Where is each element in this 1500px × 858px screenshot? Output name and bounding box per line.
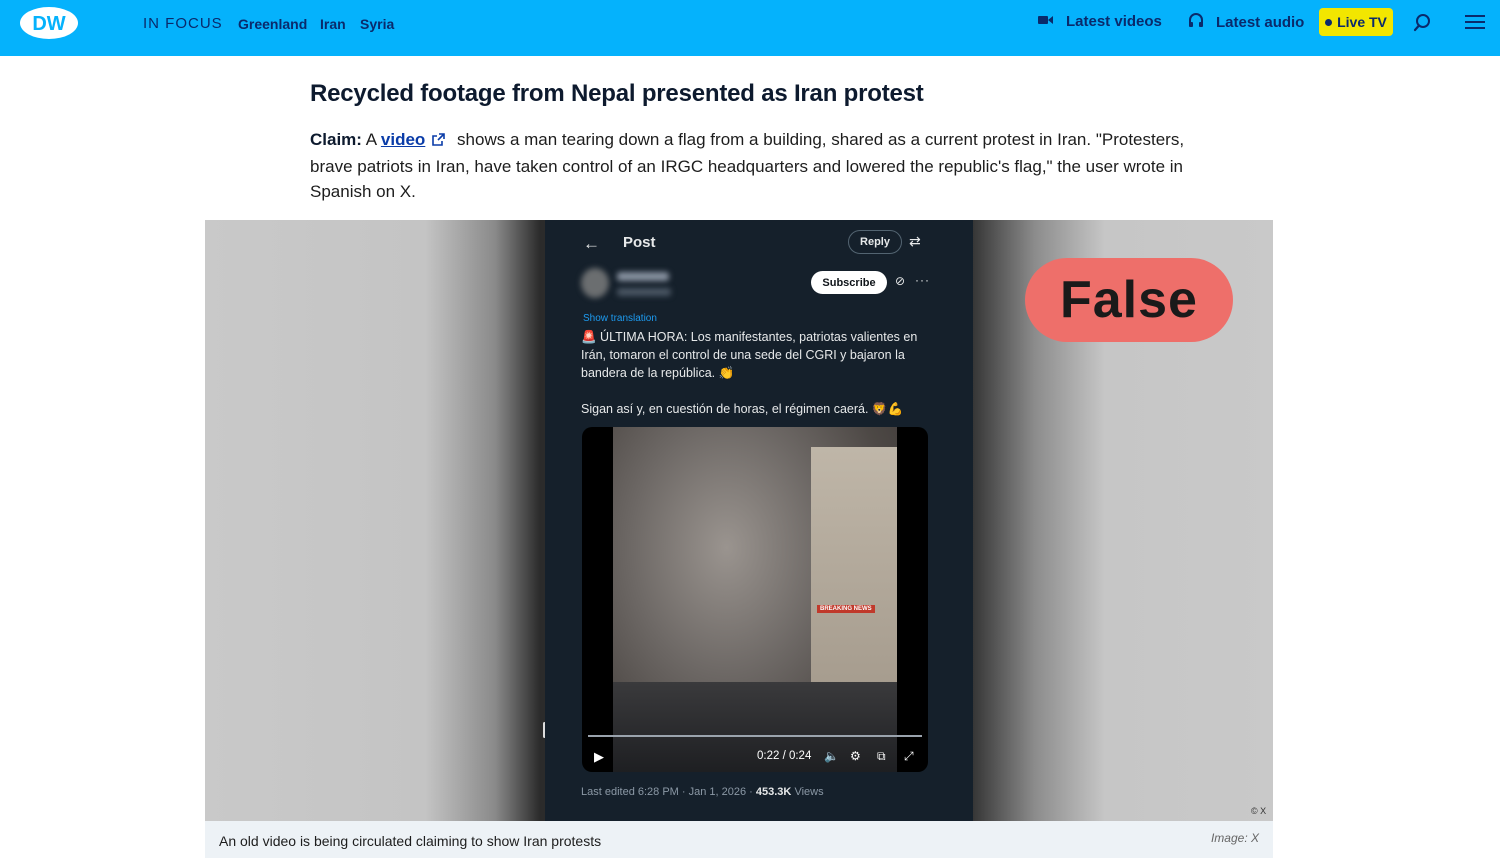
breaking-news-badge: BREAKING NEWS [817, 605, 875, 613]
verdict-badge: False [1025, 258, 1233, 342]
tweet-subscribe-button: Subscribe [811, 271, 887, 294]
video-frame: BREAKING NEWS [613, 427, 897, 772]
more-options-icon: ··· [915, 273, 930, 287]
tweet-text-secondary: Sigan así y, en cuestión de horas, el ré… [581, 402, 904, 416]
tweet-sidebar-edge [957, 220, 973, 821]
image-credit: Image: X [1210, 831, 1259, 845]
top-navigation-bar: DW IN FOCUS Greenland Iran Syria Latest … [0, 0, 1500, 56]
tweet-reply-button: Reply [848, 230, 902, 254]
tweet-video: BREAKING NEWS ▶ 0:22 / 0:24 🔈 ⚙ ⧉ ⤢ [582, 427, 928, 772]
search-icon[interactable] [1413, 13, 1432, 37]
live-dot-icon [1325, 18, 1333, 26]
external-link-icon[interactable] [431, 129, 446, 154]
headphones-icon [1188, 13, 1204, 31]
video-progress-bar [588, 735, 922, 737]
show-translation-link: Show translation [583, 313, 657, 324]
dw-logo[interactable]: DW [18, 5, 80, 41]
tweet-screenshot: ← Post Reply ⇄ Subscribe ⊘ ··· Show tran… [545, 220, 965, 821]
blurred-avatar [581, 268, 609, 298]
tweet-views-label: Views [794, 786, 824, 798]
volume-icon: 🔈 [824, 749, 839, 763]
tweet-text-main: 🚨 ÚLTIMA HORA: Los manifestantes, patrio… [581, 330, 918, 380]
svg-text:DW: DW [32, 13, 65, 35]
menu-icon[interactable] [1465, 13, 1485, 36]
image-caption-bar: An old video is being circulated claimin… [205, 821, 1273, 858]
nav-topic-syria[interactable]: Syria [360, 16, 394, 32]
article-headline: Recycled footage from Nepal presented as… [310, 80, 924, 107]
in-focus-label: IN FOCUS [143, 15, 223, 32]
tweet-views-count: 453.3K [755, 786, 792, 798]
article-image: ‥ ← Post Reply ⇄ Subscribe ⊘ ··· Show tr… [205, 220, 1273, 821]
live-tv-label: Live TV [1337, 14, 1387, 30]
latest-videos-label: Latest videos [1066, 13, 1162, 30]
claim-paragraph: Claim: A video shows a man tearing down … [310, 127, 1190, 204]
image-copyright: © X [1251, 806, 1267, 816]
play-icon: ▶ [594, 749, 604, 764]
latest-audio-link[interactable]: Latest audio [1188, 13, 1304, 31]
claim-pre-text: A [365, 130, 377, 149]
nav-topic-greenland[interactable]: Greenland [238, 16, 307, 32]
latest-videos-link[interactable]: Latest videos [1038, 13, 1162, 30]
video-camera-icon [1038, 13, 1054, 30]
pip-icon: ⧉ [877, 749, 886, 763]
blurred-username [617, 272, 669, 281]
tweet-date: Last edited 6:28 PM · Jan 1, 2026 · [581, 786, 753, 798]
grok-icon: ⊘ [895, 274, 906, 288]
back-arrow-icon: ← [583, 234, 600, 253]
nav-topic-iran[interactable]: Iran [320, 16, 346, 32]
latest-audio-label: Latest audio [1216, 13, 1305, 31]
blurred-handle [617, 288, 671, 296]
building-image [811, 447, 897, 697]
fullscreen-icon: ⤢ [904, 749, 914, 763]
tweet-post-title: Post [623, 234, 656, 251]
claim-video-link[interactable]: video [381, 130, 425, 149]
image-caption: An old video is being circulated claimin… [219, 833, 602, 849]
settings-gear-icon: ⚙ [850, 749, 861, 763]
claim-label: Claim: [310, 130, 362, 149]
tweet-settings-icon: ⇄ [909, 233, 921, 249]
live-tv-button[interactable]: Live TV [1319, 8, 1393, 36]
tweet-footer: Last edited 6:28 PM · Jan 1, 2026 · 453.… [581, 786, 824, 798]
video-time: 0:22 / 0:24 [757, 750, 812, 762]
